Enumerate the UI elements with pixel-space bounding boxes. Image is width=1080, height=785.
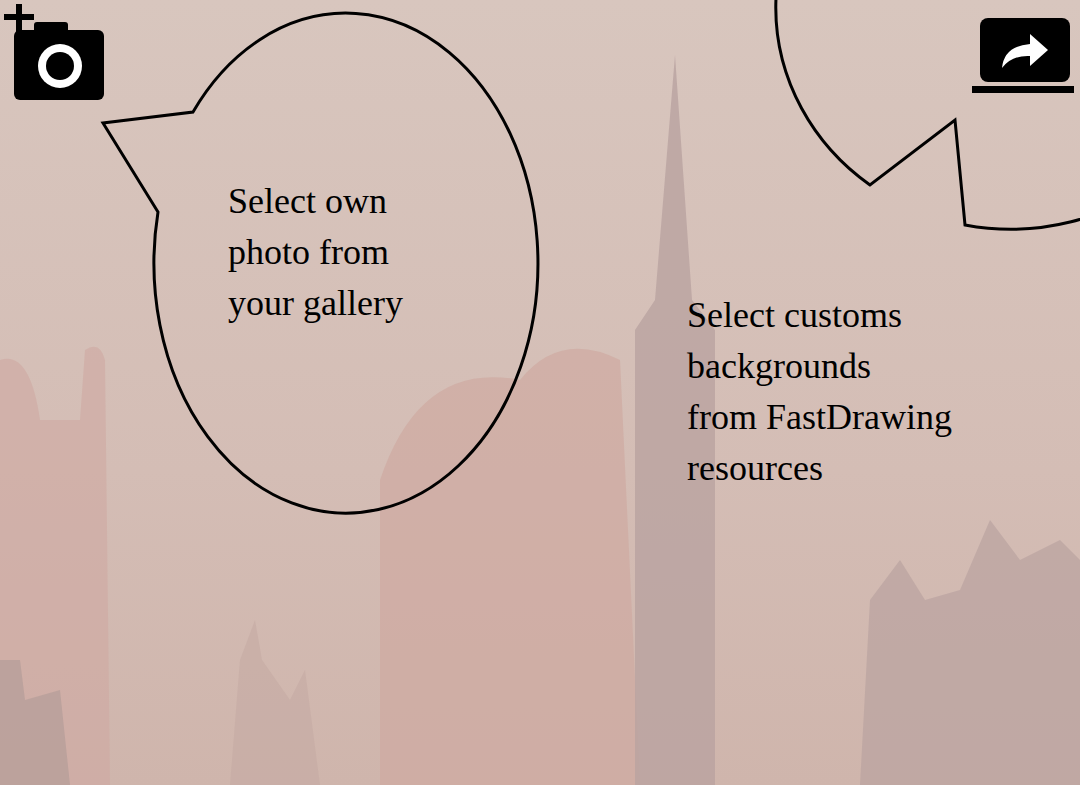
custom-backgrounds-button[interactable] [972, 18, 1074, 94]
speech-bubble [103, 13, 538, 513]
callout-line: from FastDrawing [687, 392, 952, 443]
speech-bubble [776, 0, 1080, 229]
callout-line: your gallery [228, 278, 403, 329]
callout-line: backgrounds [687, 341, 952, 392]
callout-line: Select own [228, 176, 403, 227]
add-photo-button[interactable] [4, 4, 108, 102]
callout-line: resources [687, 443, 952, 494]
callout-line: photo from [228, 227, 403, 278]
tutorial-screen: Select ownphoto fromyour gallery Select c… [0, 0, 1080, 785]
callout-line: Select customs [687, 290, 952, 341]
camera-plus-icon [4, 4, 108, 102]
top-toolbar [0, 0, 1080, 102]
callout-text: Select ownphoto fromyour gallery [228, 176, 403, 329]
city-skyline-background [0, 0, 1080, 785]
callout-bubbles [0, 0, 1080, 785]
share-screen-icon [972, 18, 1074, 94]
callout-text: Select customsbackgroundsfrom FastDrawin… [687, 290, 952, 494]
